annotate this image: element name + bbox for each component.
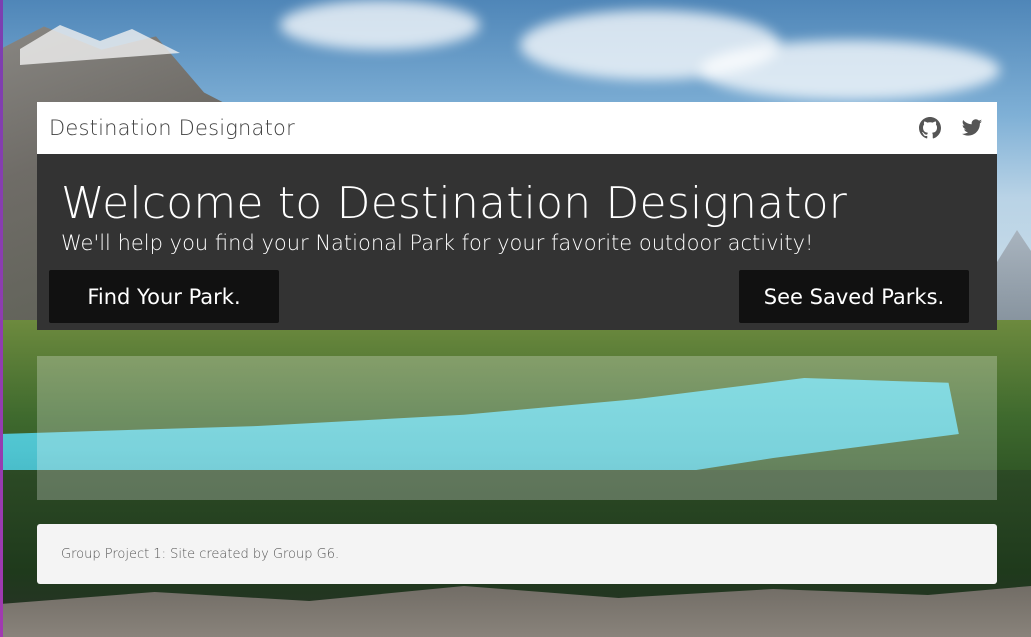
footer: Group Project 1: Site created by Group G… xyxy=(37,524,997,584)
left-accent-strip xyxy=(0,0,3,637)
find-your-park-button[interactable]: Find Your Park. xyxy=(49,270,279,323)
hero-title: Welcome to Destination Designator xyxy=(61,178,848,229)
hero-subtitle: We'll help you find your National Park f… xyxy=(61,231,814,255)
content-panel xyxy=(37,356,997,500)
navbar: Destination Designator xyxy=(37,102,997,154)
see-saved-parks-button[interactable]: See Saved Parks. xyxy=(739,270,969,323)
brand-title[interactable]: Destination Designator xyxy=(49,116,295,140)
social-links xyxy=(919,117,983,139)
footer-text: Group Project 1: Site created by Group G… xyxy=(61,546,340,562)
twitter-icon[interactable] xyxy=(961,117,983,139)
cloud xyxy=(280,0,480,50)
cloud xyxy=(700,40,1000,100)
hero-jumbotron: Welcome to Destination Designator We'll … xyxy=(37,154,997,330)
github-icon[interactable] xyxy=(919,117,941,139)
